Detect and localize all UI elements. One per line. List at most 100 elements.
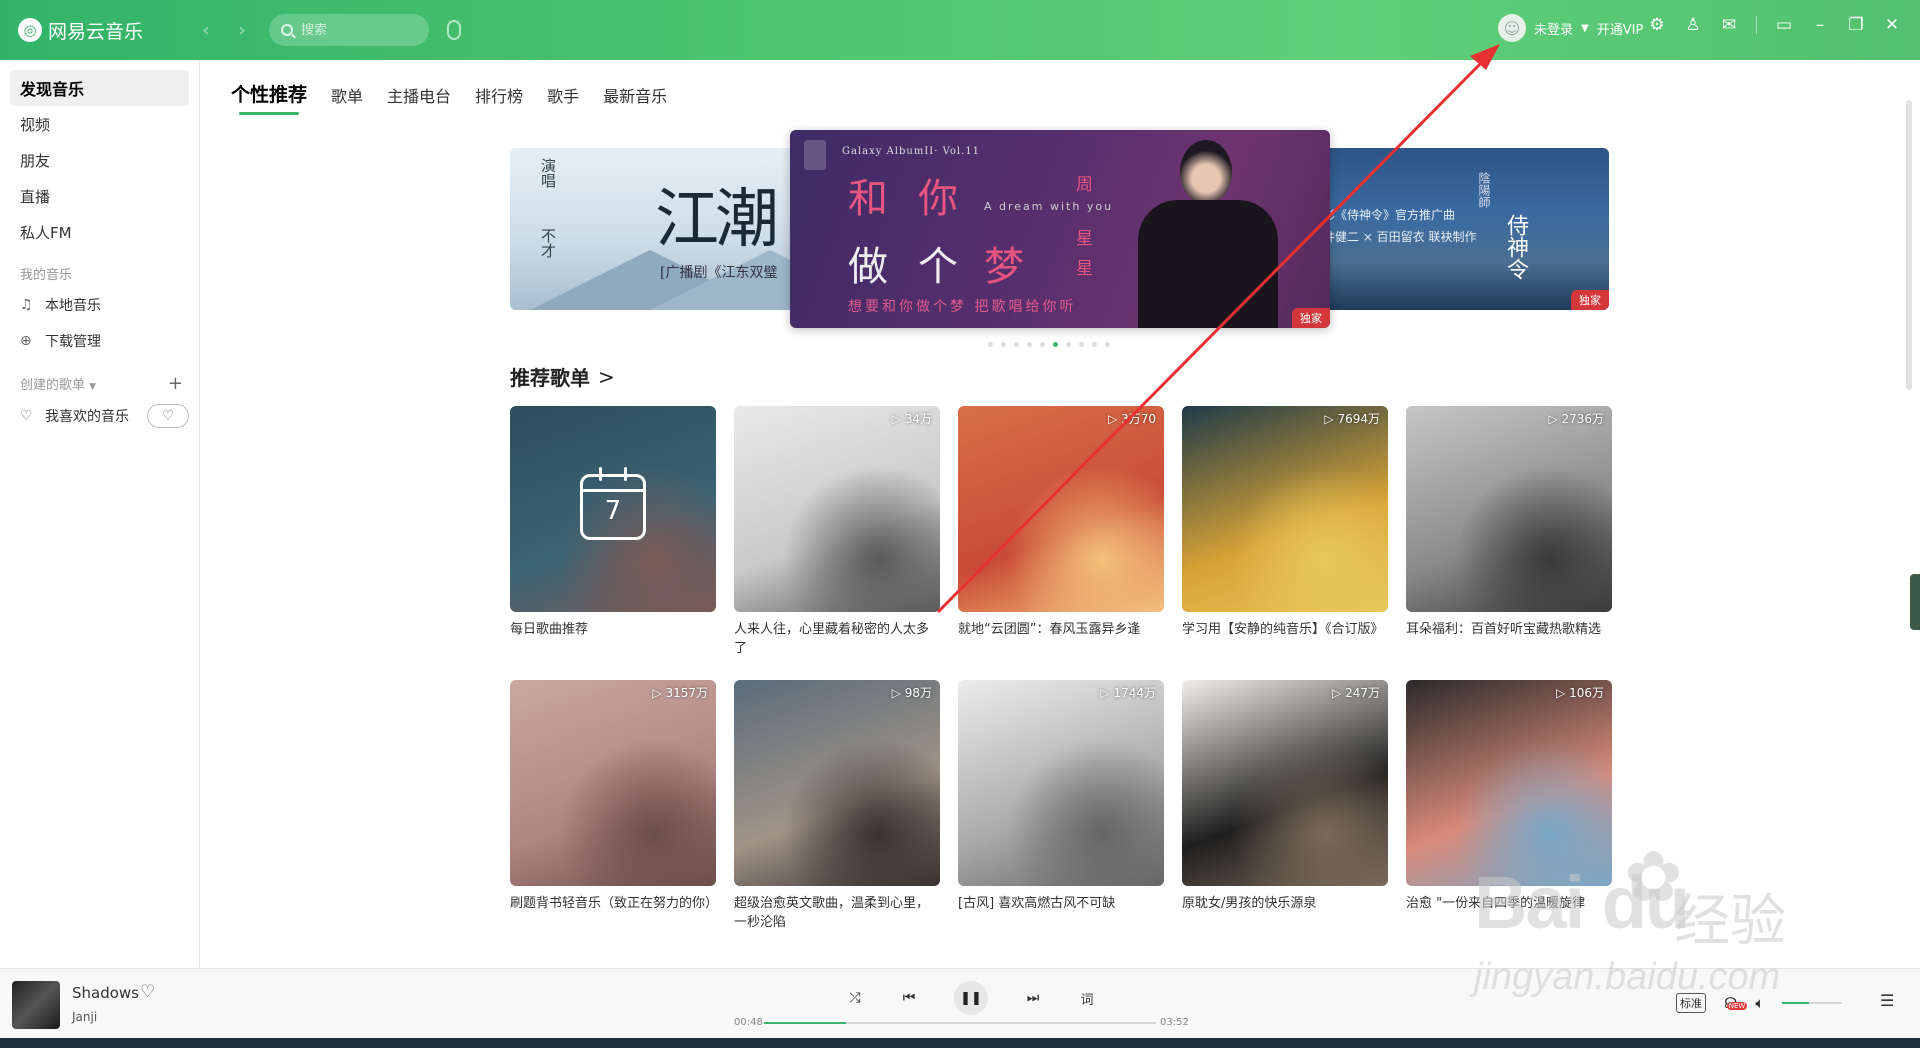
banner-center[interactable]: Galaxy AlbumII· Vol.11 和 你 做 个 梦 A dream… xyxy=(790,130,1330,328)
playlist-card[interactable]: ▷ 98万超级治愈英文歌曲，温柔到心里，一秒沦陷 xyxy=(734,680,940,934)
playlist-card[interactable]: ▷ 3157万刷题背书轻音乐（致正在努力的你） xyxy=(510,680,716,934)
created-playlists-header[interactable]: 创建的歌单 ▼ + xyxy=(20,373,199,394)
playlist-cover[interactable]: ▷ 98万 xyxy=(734,680,940,886)
search-box[interactable] xyxy=(269,14,430,46)
divider xyxy=(1756,16,1757,34)
lyrics-button[interactable]: 词 xyxy=(1078,989,1096,1008)
gear-icon[interactable]: ⚙ xyxy=(1648,16,1666,34)
app-logo[interactable]: ◎ 网易云音乐 xyxy=(18,17,143,44)
playlist-cover[interactable]: ▷ 1744万 xyxy=(958,680,1164,886)
playlist-card[interactable]: ▷ 1744万 [古风] 喜欢高燃古风不可缺 xyxy=(958,680,1164,934)
now-playing-artist[interactable]: Janji xyxy=(72,1010,97,1024)
user-area[interactable]: ☺ 未登录 ▼ 开通VIP xyxy=(1498,14,1643,42)
sidebar-item-discover[interactable]: 发现音乐 xyxy=(10,70,189,106)
playlist-title[interactable]: 刷题背书轻音乐（致正在努力的你） xyxy=(510,894,716,932)
main-scrollbar[interactable] xyxy=(1906,100,1912,390)
now-playing-title[interactable]: Shadows xyxy=(72,984,139,1002)
tab-playlists[interactable]: 歌单 xyxy=(331,83,363,117)
play-count: ▷ 2736万 xyxy=(1548,410,1604,427)
playlist-title[interactable]: 人来人往，心里藏着秘密的人太多了 xyxy=(734,620,940,658)
playlist-cover[interactable]: ▷ 3万70 xyxy=(958,406,1164,612)
tab-new-music[interactable]: 最新音乐 xyxy=(603,83,667,117)
heartbeat-mode-button[interactable]: ♡ xyxy=(147,404,189,428)
previous-icon[interactable]: ⏮ xyxy=(900,990,918,1006)
sidebar-item-fm[interactable]: 私人FM xyxy=(10,214,189,250)
playlist-cover[interactable]: ▷ 247万 xyxy=(1182,680,1388,886)
mail-icon[interactable]: ✉ xyxy=(1720,16,1738,34)
banner-dot[interactable] xyxy=(1053,342,1058,347)
maximize-icon[interactable]: ❐ xyxy=(1847,16,1865,34)
chevron-right-icon[interactable]: > xyxy=(598,365,615,389)
play-count: ▷ 1744万 xyxy=(1100,684,1156,701)
playlist-title[interactable]: 原耽女/男孩的快乐源泉 xyxy=(1182,894,1388,932)
back-arrow-icon[interactable]: ‹ xyxy=(193,17,219,43)
playlist-card[interactable]: ▷ 3万70 就地“云团圆”：春风玉露异乡逢 xyxy=(958,406,1164,660)
banner-dot[interactable] xyxy=(1066,342,1071,347)
add-playlist-icon[interactable]: + xyxy=(168,373,183,394)
sidebar-item-video[interactable]: 视频 xyxy=(10,106,189,142)
baidu-watermark: ✿ Bai du 经验 jingyan.baidu.com xyxy=(1474,836,1834,1006)
caret-down-icon[interactable]: ▼ xyxy=(89,382,96,392)
next-icon[interactable]: ⏭ xyxy=(1024,990,1042,1006)
discover-tabs: 个性推荐 歌单 主播电台 排行榜 歌手 最新音乐 xyxy=(231,80,667,117)
playlist-card[interactable]: ▷ 34万人来人往，心里藏着秘密的人太多了 xyxy=(734,406,940,660)
playlist-card[interactable]: ▷ 247万原耽女/男孩的快乐源泉 xyxy=(1182,680,1388,934)
play-count-value: 247万 xyxy=(1345,686,1380,700)
my-music-header: 我的音乐 xyxy=(20,264,199,283)
minimize-icon[interactable]: – xyxy=(1811,16,1829,34)
playlist-cover[interactable]: ▷ 7694万 xyxy=(1182,406,1388,612)
voice-search-icon[interactable] xyxy=(447,20,462,40)
tab-artists[interactable]: 歌手 xyxy=(547,83,579,117)
playlist-cover[interactable]: ▷ 34万 xyxy=(734,406,940,612)
sidebar-item-live[interactable]: 直播 xyxy=(10,178,189,214)
playlist-card[interactable]: ▷ 7694万学习用【安静的纯音乐】《合订版》 xyxy=(1182,406,1388,660)
banner-dot[interactable] xyxy=(1027,342,1032,347)
progress-bar[interactable] xyxy=(764,1022,1156,1024)
now-playing-cover[interactable] xyxy=(12,981,60,1029)
duration-time: 03:52 xyxy=(1160,1017,1189,1028)
playlist-cover[interactable]: ▷ 3157万 xyxy=(510,680,716,886)
caret-down-icon[interactable]: ▼ xyxy=(1581,23,1589,34)
shuffle-icon[interactable]: ⤮ xyxy=(846,990,864,1006)
skin-icon[interactable]: ♙ xyxy=(1684,16,1702,34)
banner-text: 做 xyxy=(848,244,888,290)
playlist-card[interactable]: ▷ 2736万耳朵福利：百首好听宝藏热歌精选 xyxy=(1406,406,1612,660)
sidebar-item-friends[interactable]: 朋友 xyxy=(10,142,189,178)
playlist-cover[interactable]: 7 xyxy=(510,406,716,612)
pause-button[interactable]: ❚❚ xyxy=(954,981,988,1015)
play-count-value: 1744万 xyxy=(1113,686,1156,700)
playlist-card[interactable]: 7 每日歌曲推荐 xyxy=(510,406,716,660)
mini-mode-icon[interactable]: ▭ xyxy=(1775,16,1793,34)
banner-dot[interactable] xyxy=(1105,342,1110,347)
sidebar-item-liked-music[interactable]: ♡ 我喜欢的音乐 ♡ xyxy=(0,398,199,434)
close-icon[interactable]: ✕ xyxy=(1883,16,1901,34)
playlist-title[interactable]: [古风] 喜欢高燃古风不可缺 xyxy=(958,894,1164,932)
side-widget-handle[interactable] xyxy=(1910,574,1920,630)
play-count: ▷ 34万 xyxy=(892,410,932,427)
vip-link[interactable]: 开通VIP xyxy=(1597,19,1644,38)
playlist-title[interactable]: 学习用【安静的纯音乐】《合订版》 xyxy=(1182,620,1388,658)
sidebar-item-local-music[interactable]: ♫ 本地音乐 xyxy=(0,287,199,323)
banner-dot[interactable] xyxy=(1014,342,1019,347)
tab-radio[interactable]: 主播电台 xyxy=(387,83,451,117)
banner-dot[interactable] xyxy=(1079,342,1084,347)
playlist-cover[interactable]: ▷ 2736万 xyxy=(1406,406,1612,612)
sidebar-item-downloads[interactable]: ⊕ 下载管理 xyxy=(0,323,199,359)
banner-dot[interactable] xyxy=(1040,342,1045,347)
banner-dot[interactable] xyxy=(988,342,993,347)
section-recommended-playlists[interactable]: 推荐歌单 > xyxy=(510,362,615,391)
tab-recommend[interactable]: 个性推荐 xyxy=(231,80,307,117)
playlist-title[interactable]: 耳朵福利：百首好听宝藏热歌精选 xyxy=(1406,620,1612,658)
tab-charts[interactable]: 排行榜 xyxy=(475,83,523,117)
like-heart-icon[interactable]: ♡ xyxy=(140,982,155,1002)
playlist-title[interactable]: 就地“云团圆”：春风玉露异乡逢 xyxy=(958,620,1164,658)
banner-dot[interactable] xyxy=(1092,342,1097,347)
login-label[interactable]: 未登录 xyxy=(1534,19,1573,38)
playlist-title[interactable]: 超级治愈英文歌曲，温柔到心里，一秒沦陷 xyxy=(734,894,940,932)
playlist-queue-icon[interactable]: ☰ xyxy=(1880,991,1894,1010)
search-input[interactable] xyxy=(301,22,412,38)
forward-arrow-icon[interactable]: › xyxy=(229,17,255,43)
avatar[interactable]: ☺ xyxy=(1498,14,1526,42)
playlist-title[interactable]: 每日歌曲推荐 xyxy=(510,620,716,658)
banner-dot[interactable] xyxy=(1001,342,1006,347)
